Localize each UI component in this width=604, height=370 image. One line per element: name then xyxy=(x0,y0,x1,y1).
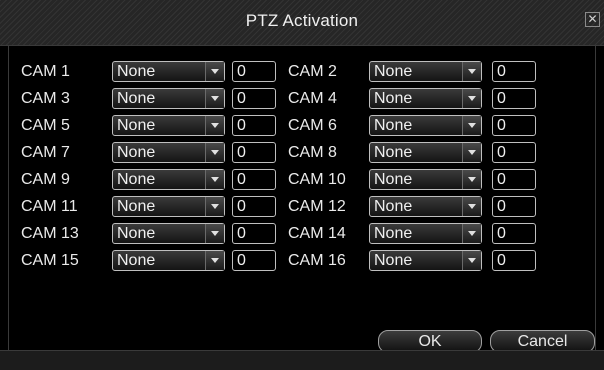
cam-label: CAM 3 xyxy=(21,90,70,107)
dropdown-value: None xyxy=(374,171,413,188)
cam-mode-dropdown[interactable]: None xyxy=(369,88,482,109)
cam-number-field[interactable]: 0 xyxy=(492,196,536,217)
cam-number-field[interactable]: 0 xyxy=(232,169,276,190)
close-icon[interactable]: ✕ xyxy=(585,12,600,27)
cam-number-field[interactable]: 0 xyxy=(492,142,536,163)
camera-row: CAM 7 None 0 CAM 8 None 0 xyxy=(21,142,561,164)
dropdown-value: None xyxy=(374,144,413,161)
cam-label: CAM 8 xyxy=(288,144,337,161)
dropdown-value: None xyxy=(374,198,413,215)
dropdown-value: None xyxy=(117,63,156,80)
cam-number-field[interactable]: 0 xyxy=(232,196,276,217)
chevron-down-icon[interactable] xyxy=(205,170,224,189)
chevron-down-icon[interactable] xyxy=(462,170,481,189)
camera-row: CAM 11 None 0 CAM 12 None 0 xyxy=(21,196,561,218)
cam-mode-dropdown[interactable]: None xyxy=(369,142,482,163)
chevron-down-icon[interactable] xyxy=(462,116,481,135)
chevron-down-icon[interactable] xyxy=(462,62,481,81)
chevron-down-icon[interactable] xyxy=(205,116,224,135)
camera-row: CAM 13 None 0 CAM 14 None 0 xyxy=(21,223,561,245)
chevron-down-icon[interactable] xyxy=(462,89,481,108)
chevron-down-icon[interactable] xyxy=(462,143,481,162)
cam-number-field[interactable]: 0 xyxy=(232,223,276,244)
dropdown-value: None xyxy=(117,144,156,161)
dropdown-value: None xyxy=(374,63,413,80)
camera-row: CAM 3 None 0 CAM 4 None 0 xyxy=(21,88,561,110)
cam-label: CAM 10 xyxy=(288,171,346,188)
dialog-title: PTZ Activation xyxy=(245,11,359,30)
camera-row: CAM 9 None 0 CAM 10 None 0 xyxy=(21,169,561,191)
cam-number-field[interactable]: 0 xyxy=(492,250,536,271)
cam-mode-dropdown[interactable]: None xyxy=(112,250,225,271)
cam-mode-dropdown[interactable]: None xyxy=(369,61,482,82)
cam-label: CAM 14 xyxy=(288,225,346,242)
cam-label: CAM 6 xyxy=(288,117,337,134)
cam-mode-dropdown[interactable]: None xyxy=(369,169,482,190)
cam-label: CAM 7 xyxy=(21,144,70,161)
chevron-down-icon[interactable] xyxy=(205,224,224,243)
cam-mode-dropdown[interactable]: None xyxy=(112,223,225,244)
cam-label: CAM 15 xyxy=(21,252,79,269)
cam-label: CAM 9 xyxy=(21,171,70,188)
dropdown-value: None xyxy=(374,117,413,134)
chevron-down-icon[interactable] xyxy=(205,143,224,162)
cam-number-field[interactable]: 0 xyxy=(232,115,276,136)
cam-number-field[interactable]: 0 xyxy=(492,223,536,244)
camera-row: CAM 15 None 0 CAM 16 None 0 xyxy=(21,250,561,272)
camera-row: CAM 1 None 0 CAM 2 None 0 xyxy=(21,61,561,83)
cam-label: CAM 11 xyxy=(21,198,78,215)
dropdown-value: None xyxy=(117,252,156,269)
cam-number-field[interactable]: 0 xyxy=(232,250,276,271)
dropdown-value: None xyxy=(117,171,156,188)
cam-label: CAM 2 xyxy=(288,63,337,80)
cam-number-field[interactable]: 0 xyxy=(492,115,536,136)
chevron-down-icon[interactable] xyxy=(462,197,481,216)
dropdown-value: None xyxy=(117,90,156,107)
chevron-down-icon[interactable] xyxy=(462,251,481,270)
cam-label: CAM 5 xyxy=(21,117,70,134)
chevron-down-icon[interactable] xyxy=(205,197,224,216)
camera-row: CAM 5 None 0 CAM 6 None 0 xyxy=(21,115,561,137)
cam-number-field[interactable]: 0 xyxy=(492,88,536,109)
cam-mode-dropdown[interactable]: None xyxy=(369,250,482,271)
cam-mode-dropdown[interactable]: None xyxy=(112,61,225,82)
cam-label: CAM 1 xyxy=(21,63,70,80)
chevron-down-icon[interactable] xyxy=(205,251,224,270)
cam-mode-dropdown[interactable]: None xyxy=(369,115,482,136)
cam-mode-dropdown[interactable]: None xyxy=(369,196,482,217)
bottom-strip xyxy=(0,350,604,370)
cam-number-field[interactable]: 0 xyxy=(492,169,536,190)
cam-label: CAM 16 xyxy=(288,252,346,269)
cam-number-field[interactable]: 0 xyxy=(492,61,536,82)
title-bar[interactable]: PTZ Activation ✕ xyxy=(0,0,604,46)
cam-number-field[interactable]: 0 xyxy=(232,142,276,163)
dropdown-value: None xyxy=(374,90,413,107)
dropdown-value: None xyxy=(117,225,156,242)
cam-number-field[interactable]: 0 xyxy=(232,88,276,109)
cam-mode-dropdown[interactable]: None xyxy=(112,142,225,163)
dropdown-value: None xyxy=(117,198,156,215)
cam-mode-dropdown[interactable]: None xyxy=(369,223,482,244)
cam-label: CAM 4 xyxy=(288,90,337,107)
cam-mode-dropdown[interactable]: None xyxy=(112,169,225,190)
cam-mode-dropdown[interactable]: None xyxy=(112,115,225,136)
chevron-down-icon[interactable] xyxy=(462,224,481,243)
cam-label: CAM 12 xyxy=(288,198,346,215)
chevron-down-icon[interactable] xyxy=(205,62,224,81)
dropdown-value: None xyxy=(117,117,156,134)
cam-label: CAM 13 xyxy=(21,225,79,242)
cam-mode-dropdown[interactable]: None xyxy=(112,88,225,109)
chevron-down-icon[interactable] xyxy=(205,89,224,108)
ptz-activation-dialog: PTZ Activation ✕ CAM 1 None 0 CAM 2 None… xyxy=(0,0,604,370)
cam-mode-dropdown[interactable]: None xyxy=(112,196,225,217)
cam-number-field[interactable]: 0 xyxy=(232,61,276,82)
dropdown-value: None xyxy=(374,225,413,242)
dropdown-value: None xyxy=(374,252,413,269)
